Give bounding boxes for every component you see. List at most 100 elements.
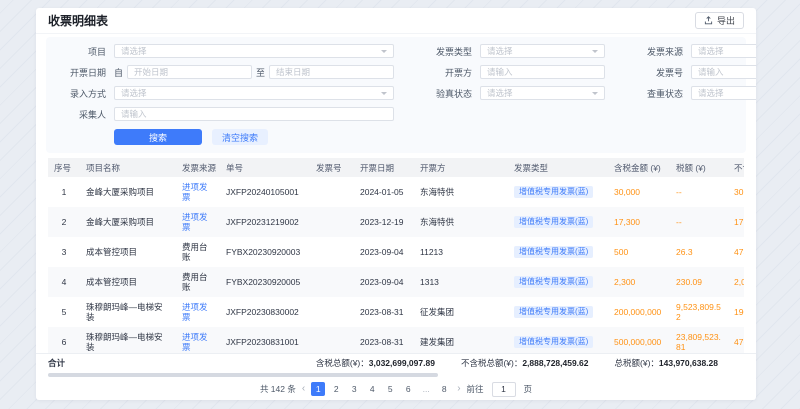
cell-type: 增值税专用发票(蓝) xyxy=(508,177,608,207)
page-button[interactable]: 1 xyxy=(311,382,325,396)
invoice-no-filter-input[interactable] xyxy=(691,65,756,79)
invoice-type-filter-select[interactable]: 请选择 xyxy=(480,44,605,58)
invoice-type-badge: 增值税专用发票(蓝) xyxy=(514,306,593,318)
cell-source: 进项发票 xyxy=(176,327,220,353)
entry-method-filter-select[interactable]: 请选择 xyxy=(114,86,394,100)
cell-project: 金峰大厦采购项目 xyxy=(80,207,176,237)
page-button[interactable]: 2 xyxy=(329,382,343,396)
cell-date: 2023-09-04 xyxy=(354,267,414,297)
select-value: 请选择 xyxy=(698,87,756,99)
summary-items: 含税总额(¥)：3,032,699,097.89不含税总额(¥)：2,888,7… xyxy=(316,357,718,369)
column-header: 序号 xyxy=(48,158,80,177)
select-value: 请选择 xyxy=(487,87,592,99)
select-value: 请选择 xyxy=(487,45,592,57)
dedup-status-filter-select[interactable]: 请选择 xyxy=(691,86,756,100)
cell-no: 4 xyxy=(48,267,80,297)
cell-tax: -- xyxy=(670,177,728,207)
table-body: 1金峰大厦采购项目进项发票JXFP202401050012024-01-05东海… xyxy=(48,177,744,353)
cell-order-no: FYBX20230920005 xyxy=(220,267,310,297)
cell-no: 6 xyxy=(48,327,80,353)
table-row: 5珠穆朗玛峰—电梯安装进项发票JXFP202308300022023-08-31… xyxy=(48,297,744,327)
chevron-down-icon xyxy=(381,92,387,95)
cell-tax: 9,523,809.52 xyxy=(670,297,728,327)
cell-project: 珠穆朗玛峰—电梯安装 xyxy=(80,297,176,327)
cell-invoice-no xyxy=(310,267,354,297)
cell-issuer: 东海特供 xyxy=(414,177,508,207)
column-header: 含税金额 (¥) xyxy=(608,158,670,177)
invoice-source-link: 费用台账 xyxy=(182,272,208,292)
invoice-date-end-input[interactable] xyxy=(269,65,394,79)
table-row: 6珠穆朗玛峰—电梯安装进项发票JXFP202308310012023-08-31… xyxy=(48,327,744,353)
cell-order-no: JXFP20230831001 xyxy=(220,327,310,353)
filter-label: 开票方 xyxy=(420,66,472,79)
table-header-row: 序号项目名称发票来源单号发票号开票日期开票方发票类型含税金额 (¥)税额 (¥)… xyxy=(48,158,744,177)
invoice-type-badge: 增值税专用发票(蓝) xyxy=(514,336,593,348)
chevron-down-icon xyxy=(381,50,387,53)
cell-date: 2023-12-19 xyxy=(354,207,414,237)
verify-status-filter-select[interactable]: 请选择 xyxy=(480,86,605,100)
issuer-filter-input[interactable] xyxy=(480,65,605,79)
clear-search-button[interactable]: 清空搜索 xyxy=(212,129,268,145)
select-value: 请选择 xyxy=(121,87,381,99)
column-header: 发票号 xyxy=(310,158,354,177)
summary-item: 含税总额(¥)：3,032,699,097.89 xyxy=(316,357,435,369)
invoice-type-badge: 增值税专用发票(蓝) xyxy=(514,276,593,288)
search-button[interactable]: 搜索 xyxy=(114,129,202,145)
filter-label: 发票号 xyxy=(631,66,683,79)
page-button[interactable]: 8 xyxy=(437,382,451,396)
cell-type: 增值税专用发票(蓝) xyxy=(508,207,608,237)
cell-amount: 500 xyxy=(608,237,670,267)
cell-type: 增值税专用发票(蓝) xyxy=(508,327,608,353)
goto-suffix: 页 xyxy=(524,383,533,395)
cell-type: 增值税专用发票(蓝) xyxy=(508,267,608,297)
cell-source: 进项发票 xyxy=(176,177,220,207)
cell-project: 金峰大厦采购项目 xyxy=(80,177,176,207)
date-range: 自 至 xyxy=(114,65,394,79)
prev-page-button[interactable]: ‹ xyxy=(302,382,305,396)
filter-field-invoice-no: 发票号 xyxy=(631,65,756,79)
chevron-down-icon xyxy=(592,50,598,53)
cell-source: 进项发票 xyxy=(176,207,220,237)
column-header: 发票来源 xyxy=(176,158,220,177)
export-button[interactable]: 导出 xyxy=(695,12,744,29)
column-header: 单号 xyxy=(220,158,310,177)
invoice-source-link[interactable]: 进项发票 xyxy=(182,332,208,352)
cell-no: 5 xyxy=(48,297,80,327)
cell-no: 3 xyxy=(48,237,80,267)
filter-label: 开票日期 xyxy=(54,66,106,79)
cell-source: 费用台账 xyxy=(176,267,220,297)
next-page-button[interactable]: › xyxy=(457,382,460,396)
invoice-date-start-input[interactable] xyxy=(127,65,252,79)
page-ellipsis: ... xyxy=(419,382,433,396)
cell-invoice-no xyxy=(310,327,354,353)
project-filter-select[interactable]: 请选择 xyxy=(114,44,394,58)
export-icon xyxy=(704,16,713,25)
cell-source: 进项发票 xyxy=(176,297,220,327)
invoice-source-filter-select[interactable]: 请选择 xyxy=(691,44,756,58)
cell-issuer: 1313 xyxy=(414,267,508,297)
invoice-source-link[interactable]: 进项发票 xyxy=(182,212,208,232)
cell-amount: 500,000,000 xyxy=(608,327,670,353)
column-header: 不含税金额 (¥) xyxy=(728,158,744,177)
chevron-down-icon xyxy=(592,92,598,95)
cell-no: 1 xyxy=(48,177,80,207)
page-button[interactable]: 5 xyxy=(383,382,397,396)
cell-tax: 23,809,523.81 xyxy=(670,327,728,353)
collector-filter-input[interactable] xyxy=(114,107,394,121)
invoice-source-link[interactable]: 进项发票 xyxy=(182,182,208,202)
table-row: 3成本管控项目费用台账FYBX202309200032023-09-041121… xyxy=(48,237,744,267)
cell-project: 成本管控项目 xyxy=(80,267,176,297)
table-row: 1金峰大厦采购项目进项发票JXFP202401050012024-01-05东海… xyxy=(48,177,744,207)
page-button[interactable]: 4 xyxy=(365,382,379,396)
cell-type: 增值税专用发票(蓝) xyxy=(508,297,608,327)
cell-order-no: JXFP20231219002 xyxy=(220,207,310,237)
page-button[interactable]: 3 xyxy=(347,382,361,396)
invoice-table: 序号项目名称发票来源单号发票号开票日期开票方发票类型含税金额 (¥)税额 (¥)… xyxy=(48,158,744,353)
scrollbar-thumb[interactable] xyxy=(48,373,438,377)
filter-field-verify-status: 验真状态 请选择 xyxy=(420,86,605,100)
filter-label: 验真状态 xyxy=(420,87,472,100)
cell-net: 17,300 xyxy=(728,207,744,237)
invoice-source-link[interactable]: 进项发票 xyxy=(182,302,208,322)
page-button[interactable]: 6 xyxy=(401,382,415,396)
goto-page-input[interactable] xyxy=(492,382,516,397)
